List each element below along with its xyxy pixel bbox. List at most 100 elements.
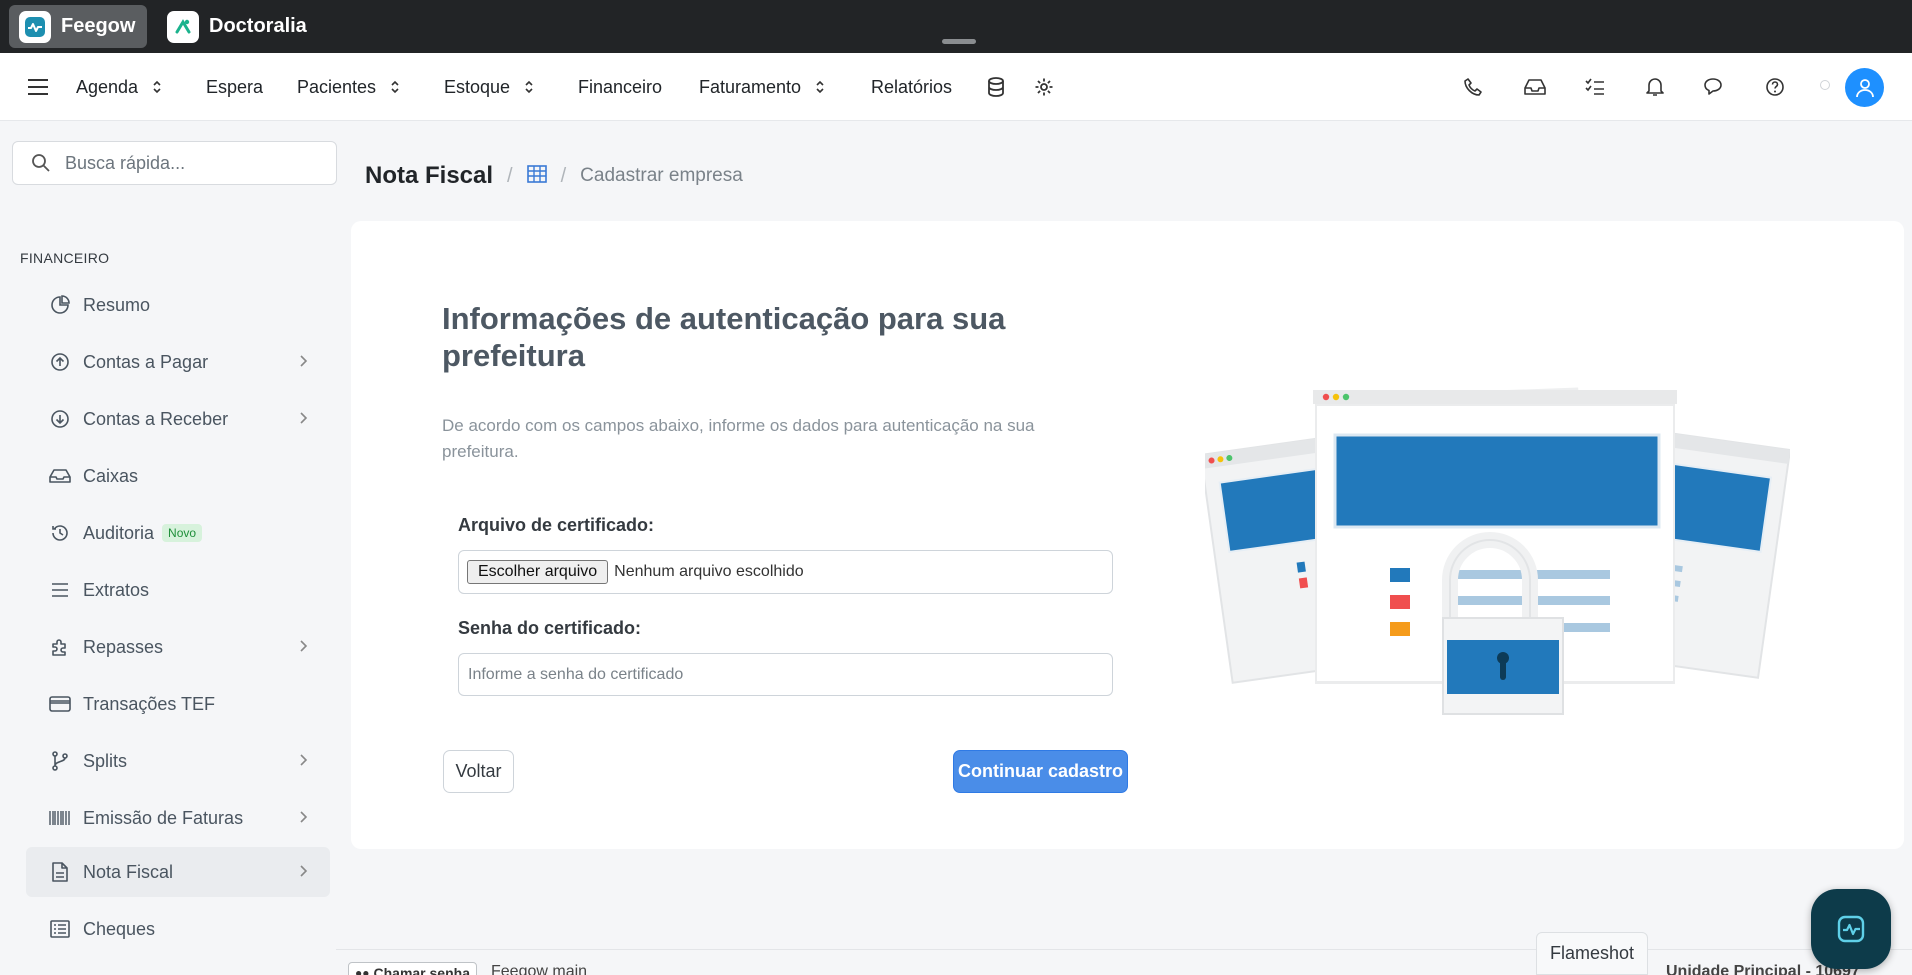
nav-financeiro[interactable]: Financeiro [578, 53, 662, 121]
sort-updown-icon [391, 80, 399, 94]
sidebar-item-label: Contas a Receber [83, 408, 229, 429]
credit-card-icon [49, 693, 71, 715]
nav-label: Faturamento [699, 76, 802, 97]
nav-relatorios[interactable]: Relatórios [871, 53, 952, 121]
file-status-text: Nenhum arquivo escolhido [614, 563, 804, 580]
sidebar-item-label: Resumo [83, 294, 151, 315]
section-label: FINANCEIRO [20, 250, 110, 266]
search-input[interactable] [65, 152, 325, 174]
inbox-icon[interactable] [1521, 73, 1549, 101]
database-icon[interactable] [982, 73, 1010, 101]
sidebar-item-resumo[interactable]: Resumo [26, 280, 330, 330]
sidebar-item-label: Extratos [83, 579, 150, 600]
sidebar-item-label: Repasses [83, 636, 164, 657]
sidebar-item-auditoria[interactable]: Auditoria Novo [26, 508, 330, 558]
browser-tab-bar: Feegow Doctoralia [0, 0, 1912, 53]
sidebar-item-transacoes-tef[interactable]: Transações TEF [26, 679, 330, 729]
certificate-password-label: Senha do certificado: [458, 618, 642, 638]
choose-file-button[interactable]: Escolher arquivo [467, 560, 609, 584]
call-ticket-label: Chamar senha [373, 965, 470, 975]
chevron-right-icon [300, 640, 308, 652]
sidebar: FINANCEIRO Resumo Contas a Pagar Contas … [0, 121, 337, 975]
sidebar-item-contas-pagar[interactable]: Contas a Pagar [26, 337, 330, 387]
sidebar-item-label: Cheques [83, 918, 156, 939]
arrow-down-circle-icon [49, 408, 71, 430]
user-icon [1855, 78, 1874, 97]
security-illustration [1205, 387, 1790, 715]
nav-label: Estoque [444, 76, 511, 97]
nav-label: Pacientes [297, 76, 377, 97]
sidebar-item-nota-fiscal[interactable]: Nota Fiscal [26, 847, 330, 897]
phone-icon[interactable] [1459, 73, 1487, 101]
tab-doctoralia[interactable]: Doctoralia [157, 5, 319, 48]
file-icon [49, 861, 71, 883]
sidebar-item-contas-receber[interactable]: Contas a Receber [26, 394, 330, 444]
flameshot-button[interactable]: Flameshot [1536, 932, 1648, 975]
feegow-logo-icon [1837, 915, 1865, 943]
sidebar-item-extratos[interactable]: Extratos [26, 565, 330, 615]
nav-label: Espera [206, 76, 264, 97]
git-branch-icon [49, 750, 71, 772]
chevron-right-icon [300, 865, 308, 877]
form-title: Informações de autenticação para sua pre… [442, 301, 1006, 373]
history-icon [49, 522, 71, 544]
search-icon [32, 154, 50, 172]
checklist-icon[interactable] [1581, 73, 1609, 101]
sidebar-item-emissao-faturas[interactable]: Emissão de Faturas [26, 793, 330, 843]
feegow-assistant-button[interactable] [1811, 889, 1891, 969]
chevron-right-icon [300, 355, 308, 367]
help-icon[interactable] [1761, 73, 1789, 101]
breadcrumb-separator: / [507, 164, 513, 187]
sort-updown-icon [525, 80, 533, 94]
list-icon [49, 579, 71, 601]
list-box-icon [49, 918, 71, 940]
branch-label: Feegow main [491, 963, 588, 975]
user-avatar[interactable] [1845, 68, 1884, 107]
table-grid-icon[interactable] [526, 164, 547, 188]
inbox-icon [49, 465, 71, 487]
sidebar-item-splits[interactable]: Splits [26, 736, 330, 786]
tab-label: Doctoralia [209, 15, 307, 37]
sidebar-item-label: Auditoria [83, 522, 155, 543]
certificate-file-label: Arquivo de certificado: [458, 515, 655, 535]
sidebar-item-label: Caixas [83, 465, 139, 486]
sidebar-item-label: Emissão de Faturas [83, 807, 244, 828]
nav-estoque[interactable]: Estoque [444, 53, 534, 121]
nav-label: Financeiro [578, 76, 663, 97]
call-ticket-button[interactable]: ●● Chamar senha [348, 962, 477, 975]
certificate-password-input[interactable] [458, 653, 1113, 696]
hamburger-menu-icon[interactable] [24, 73, 52, 101]
back-button[interactable]: Voltar [443, 750, 514, 793]
sidebar-item-caixas[interactable]: Caixas [26, 451, 330, 501]
tab-feegow[interactable]: Feegow [9, 5, 148, 48]
certificate-file-input[interactable]: Escolher arquivo Nenhum arquivo escolhid… [458, 550, 1113, 594]
continue-button[interactable]: Continuar cadastro [953, 750, 1128, 793]
nav-pacientes[interactable]: Pacientes [297, 53, 400, 121]
tab-label: Feegow [61, 15, 136, 37]
drag-handle[interactable] [942, 39, 976, 44]
sidebar-item-cheques[interactable]: Cheques [26, 904, 330, 954]
sidebar-item-label: Contas a Pagar [83, 351, 209, 372]
feegow-logo-icon [19, 10, 51, 43]
new-badge: Novo [162, 524, 203, 542]
people-icon: ●● [355, 966, 370, 975]
quick-search[interactable] [12, 141, 337, 185]
breadcrumb-separator: / [560, 164, 567, 187]
sidebar-item-label: Transações TEF [83, 693, 216, 714]
gear-icon[interactable] [1030, 73, 1058, 101]
form-description: De acordo com os campos abaixo, informe … [442, 416, 1035, 461]
bell-icon[interactable] [1641, 73, 1669, 101]
pie-chart-icon [49, 294, 71, 316]
sidebar-item-repasses[interactable]: Repasses [26, 622, 330, 672]
breadcrumb-current: Cadastrar empresa [580, 165, 743, 186]
chevron-right-icon [300, 412, 308, 424]
chevron-right-icon [300, 754, 308, 766]
sort-updown-icon [153, 80, 161, 94]
nav-agenda[interactable]: Agenda [76, 53, 162, 121]
chat-icon[interactable] [1700, 73, 1728, 101]
page-title[interactable]: Nota Fiscal [365, 162, 493, 190]
barcode-icon [49, 807, 71, 829]
nav-espera[interactable]: Espera [206, 53, 263, 121]
sidebar-item-label: Nota Fiscal [83, 861, 174, 882]
nav-faturamento[interactable]: Faturamento [699, 53, 825, 121]
